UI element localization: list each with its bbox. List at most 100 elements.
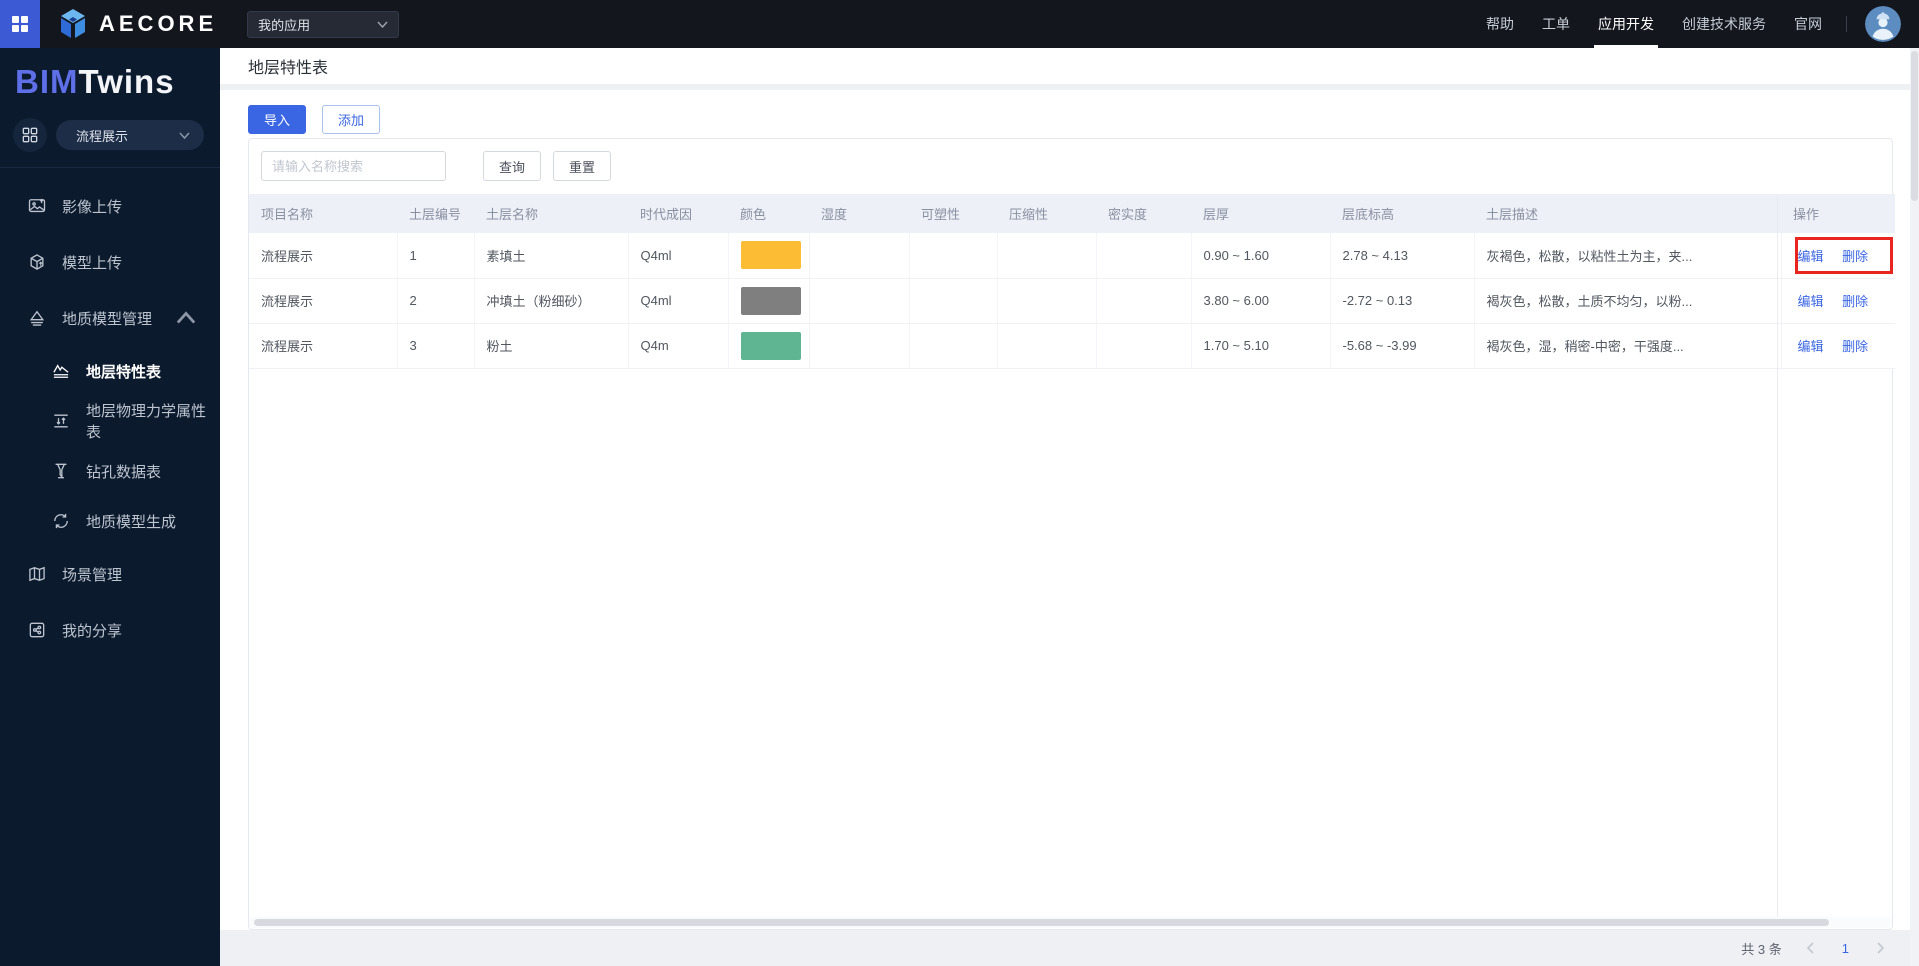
actions-cell: 编辑 删除 (1781, 323, 1895, 369)
image-upload-icon (28, 198, 46, 213)
logo-twins: Twins (78, 63, 175, 100)
delete-link[interactable]: 删除 (1842, 294, 1868, 309)
geology-icon (29, 310, 45, 327)
top-nav: 帮助 工单 应用开发 创建技术服务 官网 (1472, 0, 1919, 48)
model-upload-icon (30, 254, 44, 271)
window-scrollbar[interactable] (1910, 48, 1919, 966)
page-number-1[interactable]: 1 (1838, 941, 1853, 956)
sidebar: BIMTwins 流程展示 影像上传 模型上传 地质模型管理 地层特性表 地层物… (0, 48, 220, 966)
col-description: 土层描述 (1474, 194, 1781, 233)
sidebar-menu: 影像上传 模型上传 地质模型管理 地层特性表 地层物理力学属性表 钻孔数据表 地… (0, 168, 220, 658)
color-swatch (740, 286, 801, 315)
reset-button[interactable]: 重置 (553, 151, 612, 181)
active-tab-underline (1594, 45, 1658, 48)
project-grid-button[interactable] (13, 118, 47, 153)
sidebar-item-borehole-table[interactable]: 钻孔数据表 (0, 446, 220, 496)
sidebar-item-physics-table[interactable]: 地层物理力学属性表 (0, 396, 220, 446)
search-row: 查询 重置 (261, 151, 612, 181)
physics-table-icon (54, 414, 68, 428)
edit-link[interactable]: 编辑 (1798, 339, 1824, 354)
sidebar-item-model-upload[interactable]: 模型上传 (0, 234, 220, 290)
tab-app-development[interactable]: 应用开发 (1584, 0, 1668, 48)
page-title-bar: 地层特性表 (220, 48, 1919, 84)
chevron-down-icon (179, 132, 190, 139)
app-select[interactable]: 我的应用 (247, 10, 400, 38)
tab-help[interactable]: 帮助 (1472, 0, 1528, 48)
aecore-cube-icon (61, 9, 85, 38)
table-card: 查询 重置 项目名称 土层编号 土层名称 时代成因 颜色 湿度 (248, 138, 1895, 930)
tab-work-order[interactable]: 工单 (1528, 0, 1584, 48)
page-next-button[interactable] (1877, 942, 1885, 954)
page-next-icon (1877, 942, 1885, 954)
user-avatar[interactable] (1865, 6, 1901, 42)
page-title: 地层特性表 (248, 60, 329, 77)
brand: AECORE (58, 8, 217, 40)
import-button[interactable]: 导入 (248, 105, 307, 134)
page-prev-icon (1806, 942, 1814, 954)
sidebar-item-model-generate[interactable]: 地质模型生成 (0, 496, 220, 546)
logo-bim: BIM (15, 63, 79, 100)
sidebar-item-scene-management[interactable]: 场景管理 (0, 546, 220, 602)
edit-link[interactable]: 编辑 (1798, 249, 1824, 264)
project-select[interactable]: 流程展示 (56, 120, 204, 151)
page-prev-button[interactable] (1806, 942, 1814, 954)
color-swatch (740, 331, 801, 360)
tab-official-site[interactable]: 官网 (1780, 0, 1836, 48)
edit-link[interactable]: 编辑 (1798, 294, 1824, 309)
table-row: 流程展示 2 冲填土（粉细砂） Q4ml 3.80 ~ 6.00 -2.72 ~… (249, 278, 1895, 324)
data-table-wrap: 项目名称 土层编号 土层名称 时代成因 颜色 湿度 可塑性 压缩性 密实度 层厚… (249, 194, 1895, 369)
bimtwins-logo: BIMTwins (0, 48, 220, 102)
strata-table-icon (53, 364, 69, 379)
share-icon (29, 622, 45, 638)
table-row: 流程展示 3 粉土 Q4m 1.70 ~ 5.10 -5.68 ~ -3.99 … (249, 323, 1895, 369)
col-humidity: 湿度 (809, 194, 909, 233)
project-select-value: 流程展示 (76, 128, 129, 144)
chevron-up-icon (176, 311, 196, 324)
actions-cell: 编辑 删除 (1781, 233, 1895, 279)
col-actions: 操作 (1781, 194, 1895, 233)
table-row: 流程展示 1 素填土 Q4ml 0.90 ~ 1.60 2.78 ~ 4.13 … (249, 233, 1895, 279)
horizontal-scrollbar[interactable] (250, 917, 1891, 928)
apps-grid-icon (12, 16, 28, 32)
borehole-icon (55, 463, 67, 480)
table-header-row: 项目名称 土层编号 土层名称 时代成因 颜色 湿度 可塑性 压缩性 密实度 层厚… (249, 194, 1895, 233)
col-plasticity: 可塑性 (909, 194, 997, 233)
topbar-divider (1846, 16, 1847, 32)
col-layer-name: 土层名称 (474, 194, 628, 233)
tab-create-tech-service[interactable]: 创建技术服务 (1668, 0, 1780, 48)
apps-grid-button[interactable] (0, 0, 40, 48)
delete-link[interactable]: 删除 (1842, 339, 1868, 354)
sidebar-item-strata-table[interactable]: 地层特性表 (0, 346, 220, 396)
col-compressibility: 压缩性 (997, 194, 1096, 233)
sidebar-item-geology-management[interactable]: 地质模型管理 (0, 290, 220, 346)
col-layer-no: 土层编号 (397, 194, 474, 233)
toolbar: 导入 添加 (220, 90, 1919, 134)
col-color: 颜色 (728, 194, 809, 233)
fixed-column-separator (1777, 194, 1778, 917)
sidebar-item-my-shares[interactable]: 我的分享 (0, 602, 220, 658)
actions-cell: 编辑 删除 (1781, 278, 1895, 324)
col-thickness: 层厚 (1191, 194, 1330, 233)
window-scrollbar-thumb[interactable] (1911, 51, 1918, 201)
pagination-bar: 共 3 条 1 (220, 930, 1919, 966)
col-density: 密实度 (1096, 194, 1191, 233)
add-button[interactable]: 添加 (322, 105, 381, 134)
delete-link[interactable]: 删除 (1842, 249, 1868, 264)
main-content: 地层特性表 导入 添加 查询 重置 项目名称 土层编号 (220, 48, 1919, 966)
horizontal-scrollbar-thumb[interactable] (254, 919, 1830, 926)
total-count: 共 3 条 (1741, 941, 1782, 957)
color-swatch (740, 241, 801, 270)
scene-icon (29, 567, 45, 582)
chevron-down-icon (377, 20, 388, 28)
search-input[interactable] (261, 151, 446, 181)
col-bottom-elevation: 层底标高 (1330, 194, 1474, 233)
strata-table: 项目名称 土层编号 土层名称 时代成因 颜色 湿度 可塑性 压缩性 密实度 层厚… (249, 194, 1895, 369)
app-select-value: 我的应用 (258, 17, 311, 33)
query-button[interactable]: 查询 (483, 151, 542, 181)
col-project: 项目名称 (249, 194, 397, 233)
project-selector-row: 流程展示 (0, 102, 220, 167)
topbar: AECORE 我的应用 帮助 工单 应用开发 创建技术服务 官网 (0, 0, 1919, 48)
col-era: 时代成因 (628, 194, 728, 233)
brand-name: AECORE (99, 11, 218, 36)
sidebar-item-image-upload[interactable]: 影像上传 (0, 178, 220, 234)
